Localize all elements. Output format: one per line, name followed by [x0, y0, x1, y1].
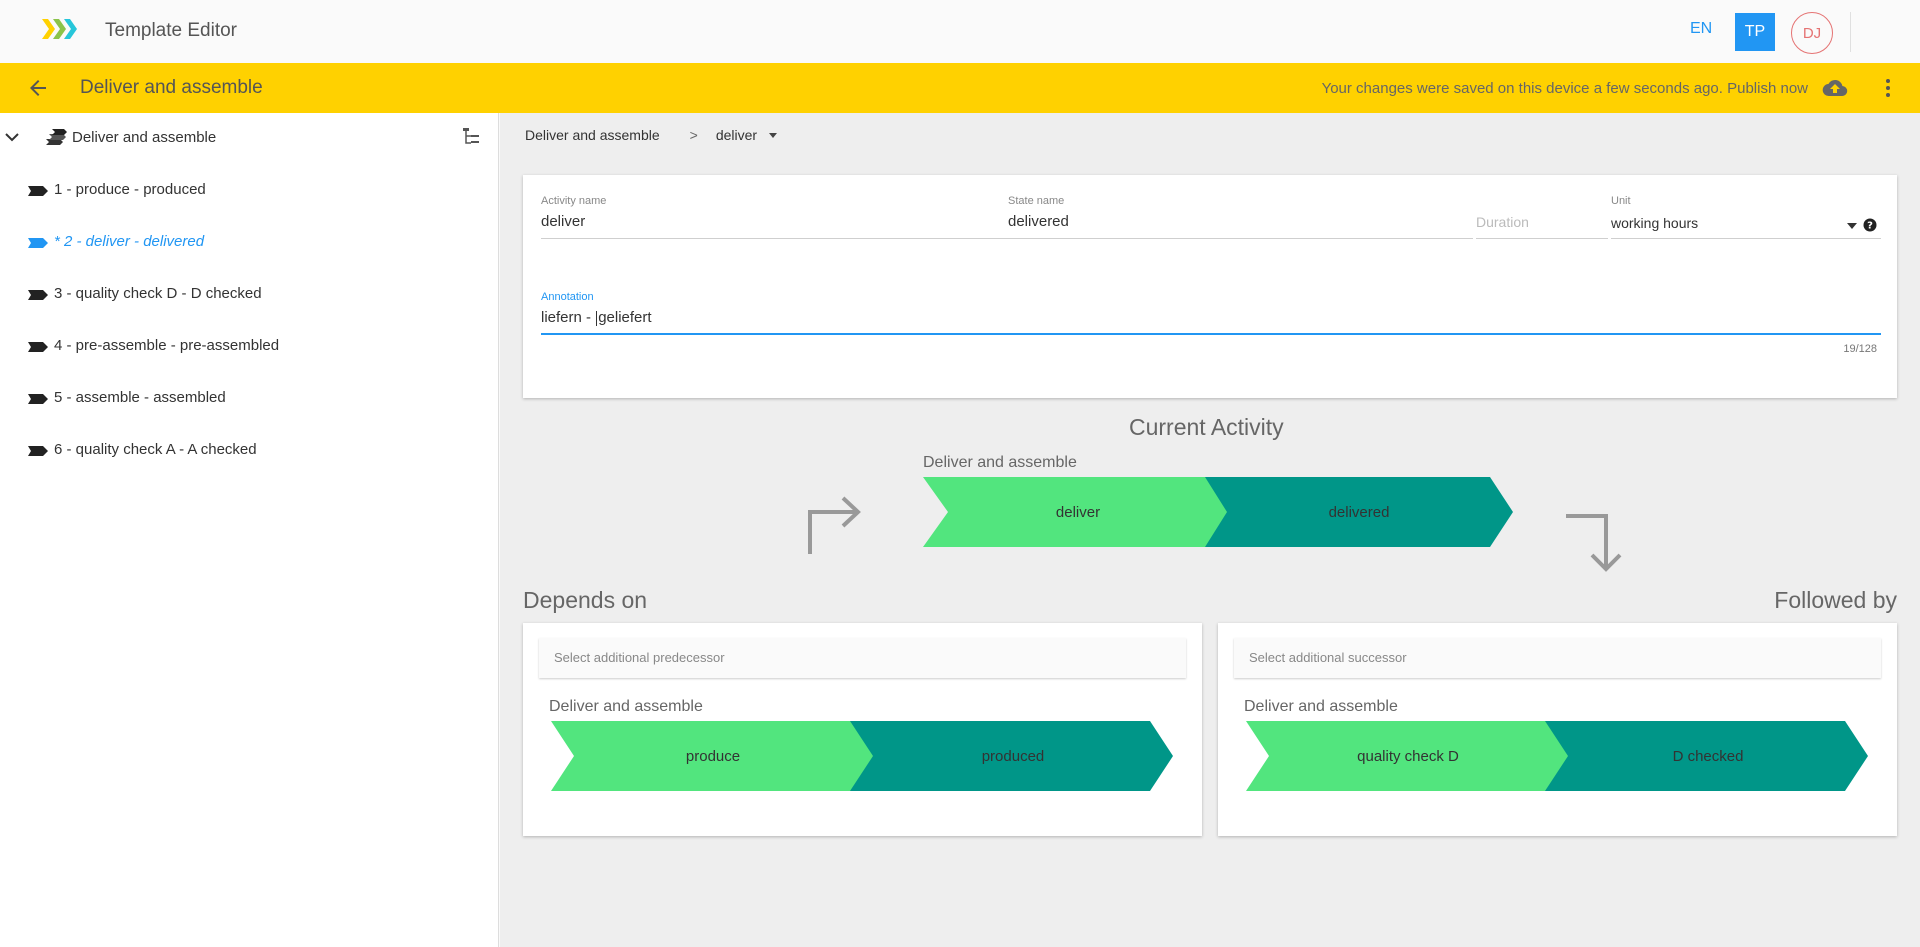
sidebar-item-label: 3 - quality check D - D checked: [54, 285, 262, 302]
main-content: Deliver and assemble > deliver Activity …: [500, 113, 1920, 947]
arrow-back-icon[interactable]: [26, 76, 50, 100]
duration-input[interactable]: Duration: [1476, 214, 1529, 230]
toolbar: Deliver and assemble Your changes were s…: [0, 63, 1920, 113]
more-vert-icon[interactable]: [1880, 76, 1896, 100]
activity-name-underline: [541, 238, 1019, 239]
process-stack-icon: [46, 129, 67, 145]
activity-name-input[interactable]: deliver: [541, 213, 585, 230]
breadcrumb-separator: >: [689, 127, 698, 143]
caret-down-icon[interactable]: [1847, 223, 1857, 229]
cloud-upload-icon[interactable]: [1822, 76, 1848, 100]
caret-down-icon[interactable]: [769, 132, 778, 138]
followed-by-title: Followed by: [1774, 587, 1897, 613]
activity-tag-icon: [28, 342, 48, 352]
tree-structure-icon[interactable]: [460, 125, 482, 147]
sidebar-item-deliver[interactable]: * 2 - deliver - delivered: [0, 230, 499, 264]
successor-select[interactable]: Select additional successor: [1234, 638, 1881, 678]
predecessor-activity-label: produce: [685, 747, 741, 765]
successor-activity-label: quality check D: [1357, 747, 1459, 765]
sidebar: Deliver and assemble 1 - produce - produ…: [0, 113, 499, 947]
predecessor-select[interactable]: Select additional predecessor: [539, 638, 1186, 678]
successor-state-label: D checked: [1672, 747, 1744, 765]
predecessor-card: Select additional predecessor Deliver an…: [523, 623, 1202, 836]
sidebar-item-label: 6 - quality check A - A checked: [54, 441, 257, 458]
divider: [1850, 12, 1851, 52]
duration-underline: [1476, 238, 1608, 239]
annotation-label: Annotation: [541, 291, 594, 303]
activity-tag-icon: [28, 186, 48, 196]
state-name-underline: [1008, 238, 1473, 239]
avatar[interactable]: DJ: [1791, 12, 1833, 54]
current-process-label: Deliver and assemble: [923, 454, 1077, 471]
annotation-text-after: geliefert: [598, 309, 652, 326]
breadcrumb-root[interactable]: Deliver and assemble: [525, 127, 660, 143]
toolbar-title: Deliver and assemble: [80, 77, 263, 98]
predecessor-process-label: Deliver and assemble: [549, 698, 703, 715]
sidebar-item-label: * 2 - deliver - delivered: [54, 233, 205, 250]
tp-badge[interactable]: TP: [1735, 13, 1775, 51]
app-bar: Template Editor EN TP DJ: [0, 0, 1920, 63]
app-logo-icon: [42, 19, 77, 39]
character-counter: 19/128: [1843, 343, 1877, 355]
successor-card: Select additional successor Deliver and …: [1218, 623, 1897, 836]
activity-name-label: Activity name: [541, 195, 607, 207]
help-icon[interactable]: ?: [1863, 218, 1877, 232]
predecessor-state-label: produced: [981, 747, 1045, 765]
unit-underline: [1611, 238, 1881, 239]
current-activity-title: Current Activity: [1129, 414, 1284, 440]
activity-tag-icon: [28, 290, 48, 300]
save-status[interactable]: Your changes were saved on this device a…: [1322, 80, 1808, 97]
activity-tag-icon: [28, 446, 48, 456]
breadcrumb: Deliver and assemble > deliver: [525, 127, 778, 143]
sidebar-item-quality-check-a[interactable]: 6 - quality check A - A checked: [0, 438, 499, 472]
tree-root[interactable]: Deliver and assemble: [0, 125, 499, 155]
annotation-underline: [541, 333, 1881, 335]
tree-root-label: Deliver and assemble: [72, 129, 217, 146]
arrow-down-right-icon: [1566, 514, 1622, 572]
sidebar-item-label: 4 - pre-assemble - pre-assembled: [54, 337, 280, 354]
unit-select[interactable]: working hours: [1611, 215, 1698, 231]
sidebar-item-label: 5 - assemble - assembled: [54, 389, 226, 406]
language-toggle[interactable]: EN: [1690, 20, 1712, 38]
state-name-input[interactable]: delivered: [1008, 213, 1069, 230]
depends-on-title: Depends on: [523, 587, 648, 613]
svg-text:?: ?: [1867, 221, 1873, 232]
chevron-down-icon[interactable]: [4, 129, 20, 145]
sidebar-item-label: 1 - produce - produced: [54, 181, 206, 198]
activity-form-card: Activity name deliver State name deliver…: [523, 175, 1897, 398]
sidebar-item-pre-assemble[interactable]: 4 - pre-assemble - pre-assembled: [0, 334, 499, 368]
sidebar-item-assemble[interactable]: 5 - assemble - assembled: [0, 386, 499, 420]
current-activity-label: deliver: [1055, 503, 1101, 521]
current-state-label: delivered: [1328, 503, 1390, 521]
unit-label: Unit: [1611, 195, 1631, 207]
sidebar-item-produce[interactable]: 1 - produce - produced: [0, 178, 499, 212]
successor-process-label: Deliver and assemble: [1244, 698, 1398, 715]
arrow-up-right-icon: [808, 496, 861, 554]
state-name-label: State name: [1008, 195, 1065, 207]
sidebar-item-quality-check-d[interactable]: 3 - quality check D - D checked: [0, 282, 499, 316]
activity-tag-icon: [28, 238, 48, 248]
breadcrumb-current[interactable]: deliver: [716, 127, 757, 143]
annotation-text-before: liefern -: [541, 309, 596, 326]
app-title: Template Editor: [105, 20, 238, 41]
annotation-input[interactable]: liefern - geliefert: [541, 309, 652, 326]
activity-tag-icon: [28, 394, 48, 404]
